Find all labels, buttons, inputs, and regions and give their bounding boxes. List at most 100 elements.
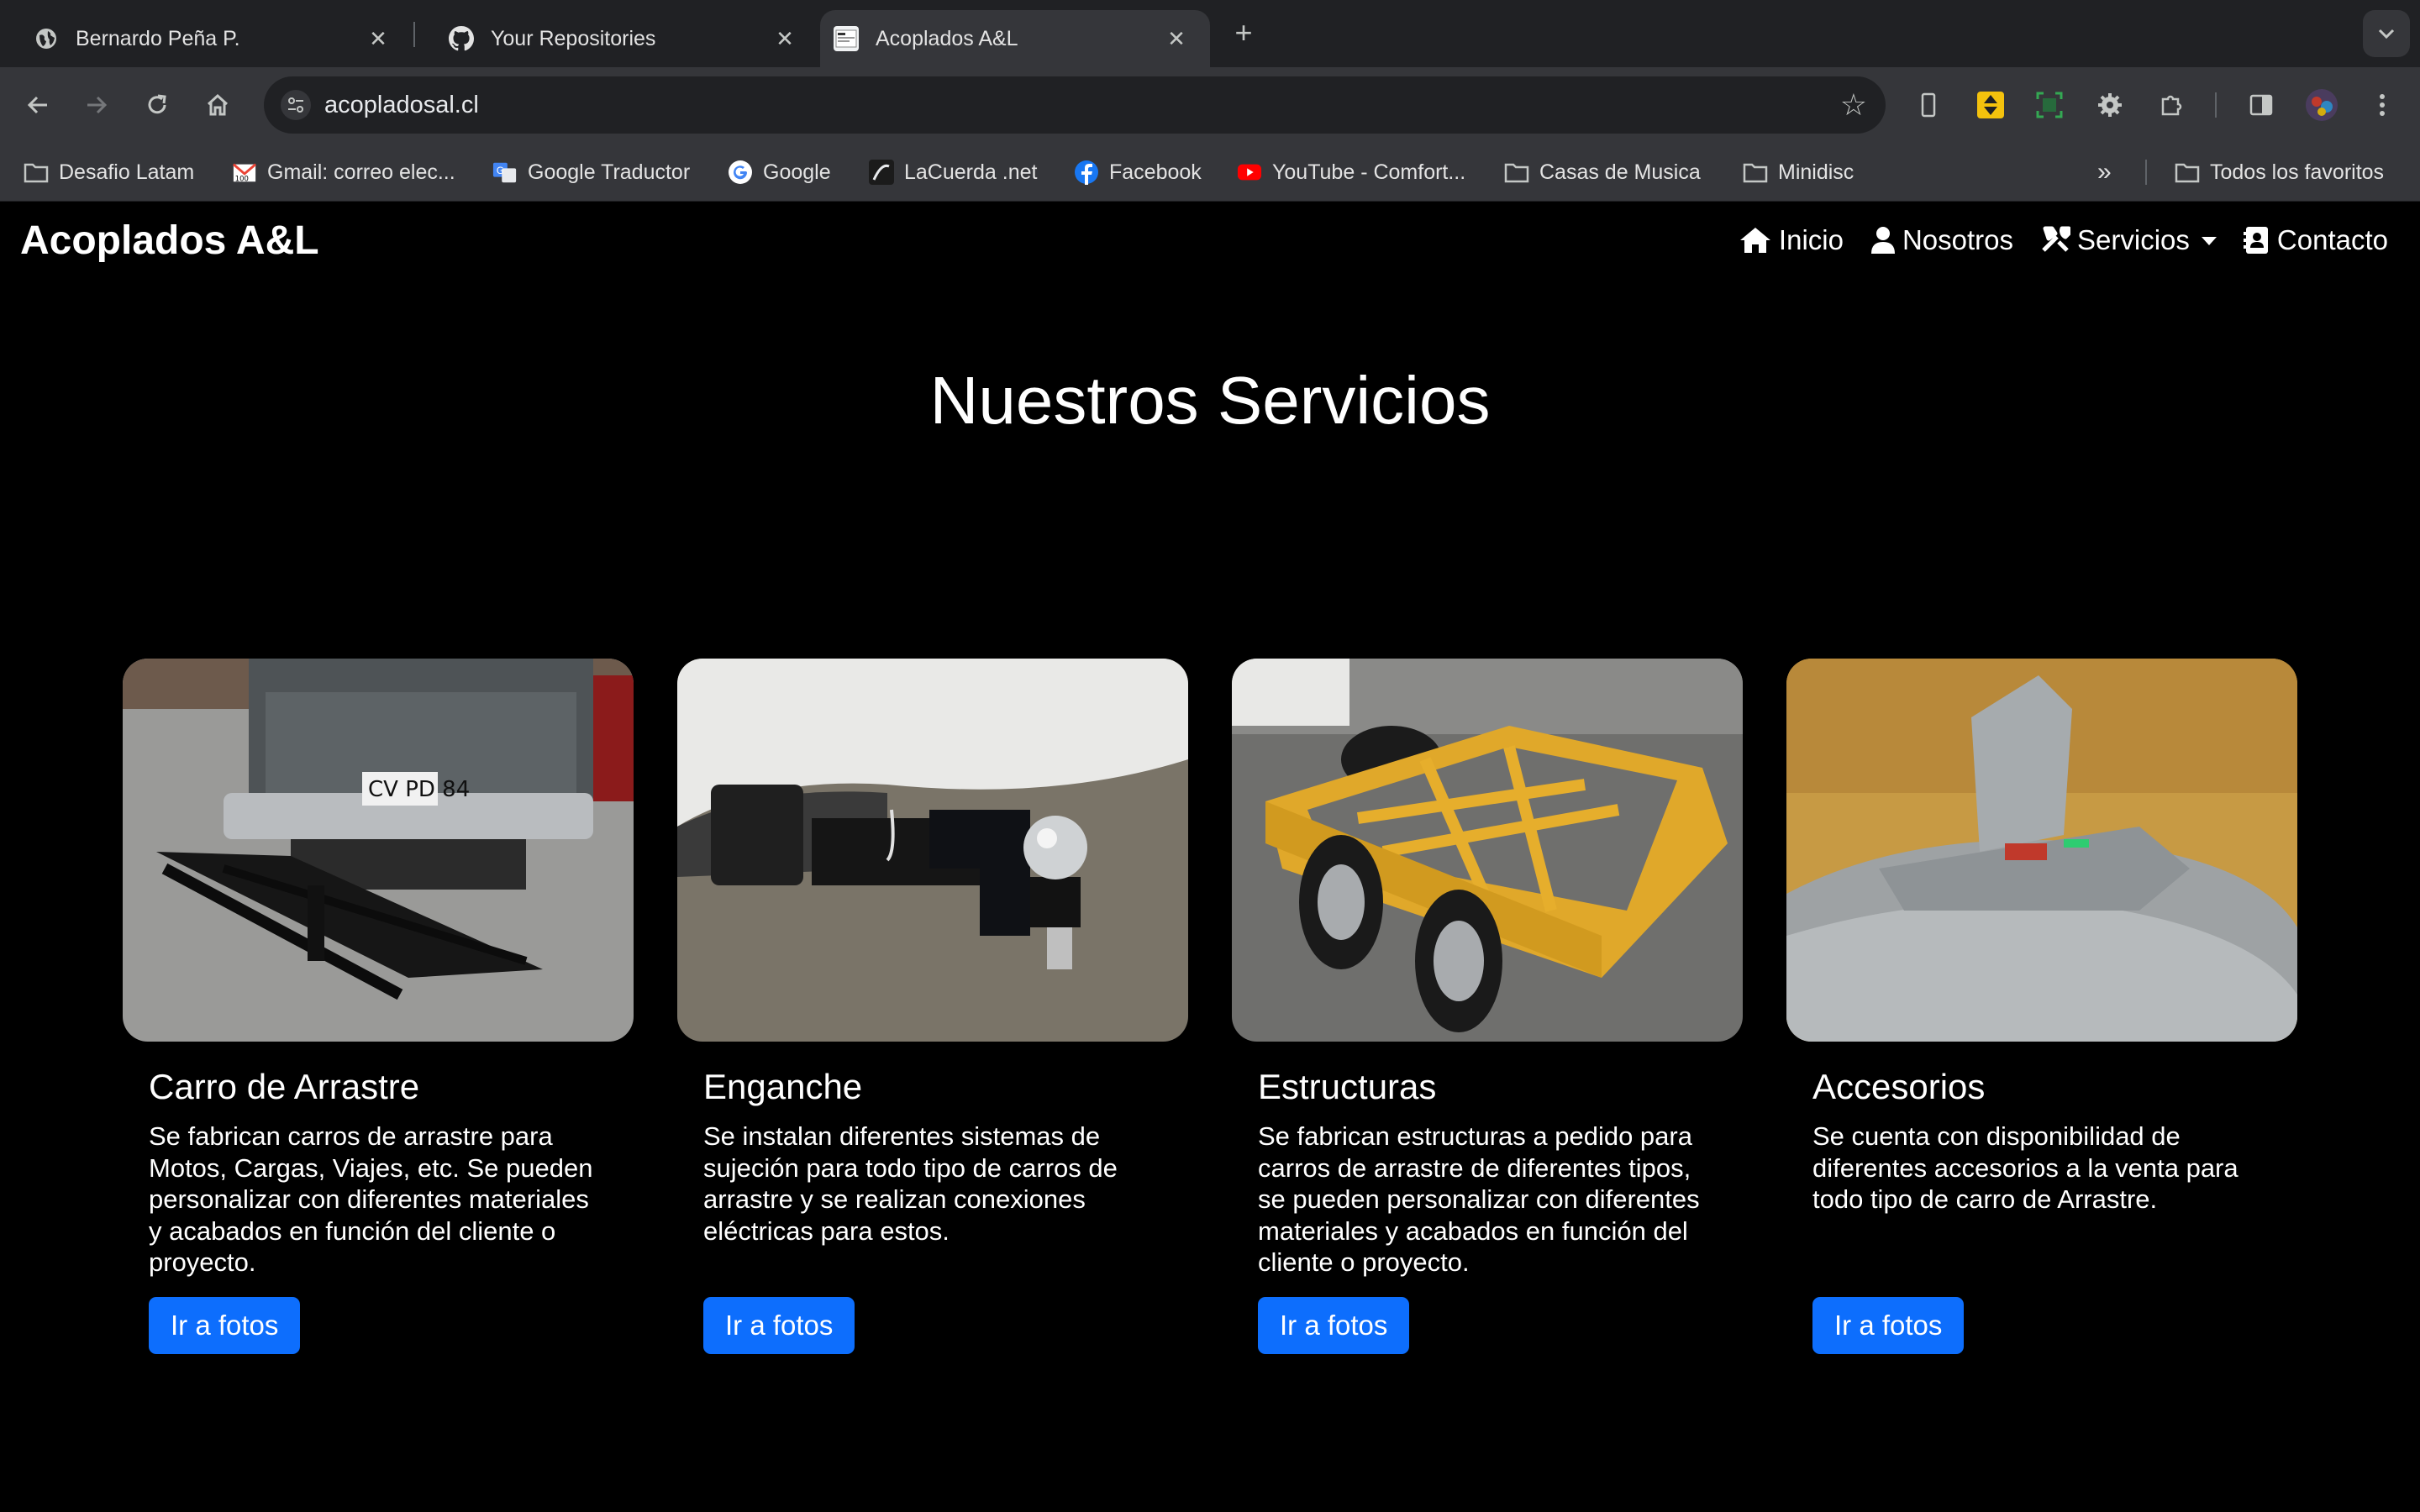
gmail-icon: 100 [232, 160, 257, 185]
bookmark-label: Minidisc [1778, 160, 1854, 184]
card-title: Estructuras [1258, 1067, 1437, 1106]
more-bookmarks-button[interactable]: » [2097, 156, 2112, 188]
bookmark-label: Todos los favoritos [2210, 160, 2385, 184]
more-bookmarks-chevron-icon: » [2097, 158, 2112, 186]
gear-icon[interactable] [2092, 87, 2128, 123]
url-text[interactable]: acopladosal.cl [324, 92, 479, 119]
folder-icon [24, 160, 49, 185]
bookmark-gmail[interactable]: 100 Gmail: correo elec... [232, 156, 455, 188]
bookmark-lacuerda[interactable]: LaCuerda .net [869, 156, 1037, 188]
bookmark-label: Google Traductor [528, 160, 691, 184]
bookmark-google[interactable]: Google [728, 156, 831, 188]
site-info-icon[interactable] [281, 90, 311, 120]
home-button[interactable] [197, 84, 239, 126]
lacuerda-icon [869, 160, 894, 185]
card-title: Enganche [703, 1067, 863, 1106]
extension-green-icon[interactable] [2032, 87, 2067, 123]
nav-servicios-dropdown[interactable]: Servicios [2040, 224, 2217, 256]
user-icon [1870, 227, 1895, 254]
tab-title: Bernardo Peña P. [76, 26, 240, 50]
youtube-icon [1237, 160, 1262, 185]
card-body: Estructuras Se fabrican estructuras a pe… [1232, 1067, 1743, 1354]
site-brand[interactable]: Acoplados A&L [20, 218, 319, 264]
github-icon [449, 26, 474, 51]
bookmark-label: Gmail: correo elec... [267, 160, 455, 184]
tools-icon [2042, 226, 2071, 252]
bookmark-facebook[interactable]: Facebook [1074, 156, 1202, 188]
bookmark-label: Google [763, 160, 831, 184]
photo-accesorios [1786, 659, 2297, 1042]
google-icon [728, 160, 753, 185]
profile-avatar[interactable] [2304, 87, 2339, 123]
svg-text:100: 100 [235, 174, 249, 182]
phone-icon[interactable] [1911, 87, 1946, 123]
card-title: Carro de Arrastre [149, 1067, 420, 1106]
bookmarks-bar: Desafio Latam 100 Gmail: correo elec... … [0, 143, 2420, 202]
card-body: Accesorios Se cuenta con disponibilidad … [1786, 1067, 2297, 1354]
bookmark-casas-de-musica[interactable]: Casas de Musica [1504, 156, 1701, 188]
nav-contacto[interactable]: Contacto [2243, 224, 2388, 256]
svg-text:CV PD 84: CV PD 84 [368, 777, 470, 802]
card-text: Se cuenta con disponibilidad de diferent… [1812, 1121, 2238, 1214]
bookmark-label: Casas de Musica [1539, 160, 1701, 184]
reload-icon [148, 94, 166, 114]
forward-button[interactable] [76, 84, 118, 126]
bookmark-minidisc[interactable]: Minidisc [1743, 156, 1854, 188]
service-card-carro-de-arrastre: CV PD 84 Carro de Arrastre Se fabrican c… [123, 659, 634, 1354]
globe-icon [34, 26, 59, 51]
tab-acoplados[interactable]: Acoplados A&L ✕ [820, 10, 1210, 67]
translate-icon: G [492, 160, 518, 185]
nav-label: Nosotros [1902, 224, 2014, 255]
all-bookmarks-folder[interactable]: Todos los favoritos [2175, 156, 2384, 188]
bookmark-youtube[interactable]: YouTube - Comfort... [1237, 156, 1465, 188]
service-card-estructuras: Estructuras Se fabrican estructuras a pe… [1232, 659, 1743, 1354]
arrow-right-icon [87, 96, 108, 114]
tab-bernardo[interactable]: Bernardo Peña P. ✕ [0, 10, 412, 67]
service-card-enganche: Enganche Se instalan diferentes sistemas… [677, 659, 1188, 1354]
tab-title: Your Repositories [491, 26, 656, 50]
site-nav-links: Inicio Nosotros Servicios Contacto [1712, 224, 2388, 256]
service-card-accesorios: Accesorios Se cuenta con disponibilidad … [1786, 659, 2297, 1354]
photo-estructuras [1232, 659, 1743, 1042]
bookmark-desafio-latam[interactable]: Desafio Latam [24, 156, 194, 188]
home-icon [207, 93, 229, 116]
ir-a-fotos-button[interactable]: Ir a fotos [149, 1297, 301, 1354]
bookmark-label: YouTube - Comfort... [1272, 160, 1466, 184]
ir-a-fotos-button[interactable]: Ir a fotos [703, 1297, 855, 1354]
nav-inicio[interactable]: Inicio [1739, 224, 1844, 256]
reload-button[interactable] [136, 84, 178, 126]
extension-yellow-icon[interactable] [1973, 87, 2008, 123]
bookmark-google-traductor[interactable]: G Google Traductor [492, 156, 690, 188]
card-title: Accesorios [1812, 1067, 1986, 1106]
bookmark-star-icon[interactable]: ☆ [1840, 88, 1867, 122]
bookmark-label: LaCuerda .net [904, 160, 1038, 184]
address-bar[interactable]: acopladosal.cl ☆ [264, 76, 1886, 134]
nav-nosotros[interactable]: Nosotros [1870, 224, 2013, 256]
card-text: Se instalan diferentes sistemas de sujec… [703, 1121, 1118, 1246]
section-title: Nuestros Servicios [929, 363, 1491, 438]
ir-a-fotos-button[interactable]: Ir a fotos [1812, 1297, 1965, 1354]
close-icon[interactable]: ✕ [363, 26, 393, 52]
chevron-down-icon [2378, 29, 2395, 39]
nav-label: Servicios [2077, 224, 2190, 255]
close-icon[interactable]: ✕ [1161, 26, 1192, 52]
photo-enganche [677, 659, 1188, 1042]
svg-text:G: G [497, 165, 504, 176]
new-tab-button[interactable]: + [1227, 17, 1260, 50]
puzzle-icon[interactable] [2154, 87, 2190, 123]
side-panel-icon[interactable] [2244, 87, 2279, 123]
back-button[interactable] [17, 84, 59, 126]
tab-repositories[interactable]: Your Repositories ✕ [415, 10, 818, 67]
photo-carro-de-arrastre: CV PD 84 [123, 659, 634, 1042]
bookmark-label: Facebook [1109, 160, 1202, 184]
card-text: Se fabrican carros de arrastre para Moto… [149, 1121, 593, 1277]
contact-card-icon [2243, 227, 2268, 254]
nav-label: Contacto [2276, 224, 2388, 255]
more-menu-icon[interactable] [2365, 87, 2400, 123]
nav-label: Inicio [1778, 224, 1844, 255]
close-icon[interactable]: ✕ [770, 26, 800, 52]
ir-a-fotos-button[interactable]: Ir a fotos [1258, 1297, 1410, 1354]
tab-search-button[interactable] [2363, 10, 2410, 57]
facebook-icon [1074, 160, 1099, 185]
site-favicon [834, 26, 859, 51]
